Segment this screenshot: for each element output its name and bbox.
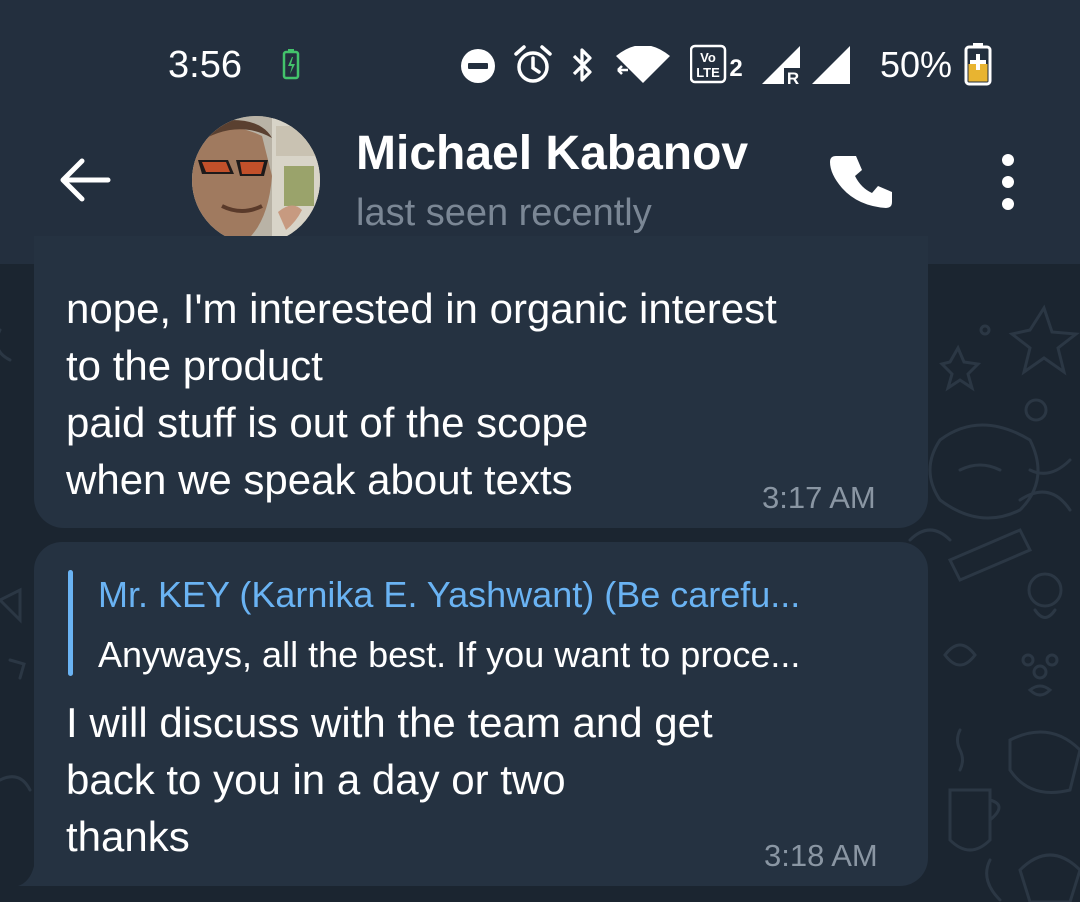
back-arrow-icon[interactable]	[52, 148, 116, 212]
status-bar: 3:56 Vo LTE 2 R 50%	[0, 0, 1080, 100]
signal-roaming-icon: R	[762, 46, 802, 86]
signal-icon	[812, 46, 850, 84]
message-bubble[interactable]: nope, I'm interested in organic interest…	[34, 236, 928, 528]
battery-charging-icon	[282, 49, 300, 80]
message-text-line: nope, I'm interested in organic interest	[66, 285, 777, 332]
dnd-icon	[461, 49, 495, 83]
message-text-line: to the product	[66, 342, 323, 389]
reply-preview-text[interactable]: Anyways, all the best. If you want to pr…	[98, 634, 800, 676]
message-text-line: back to you in a day or two	[66, 756, 566, 803]
chat-header: 3:56 Vo LTE 2 R 50% Michael Kabanov last…	[0, 0, 1080, 264]
avatar-photo	[192, 116, 320, 244]
bubble-tail	[18, 866, 34, 886]
avatar[interactable]	[192, 116, 320, 244]
message-text-line: I will discuss with the team and get	[66, 699, 713, 746]
message-bubble[interactable]: Mr. KEY (Karnika E. Yashwant) (Be carefu…	[34, 542, 928, 886]
svg-text:Vo: Vo	[700, 50, 716, 65]
contact-name[interactable]: Michael Kabanov	[356, 126, 748, 181]
more-vertical-icon[interactable]	[990, 150, 1026, 214]
battery-percent: 50%	[880, 44, 953, 85]
svg-text:R: R	[787, 69, 799, 86]
svg-text:LTE: LTE	[696, 65, 720, 80]
status-time: 3:56	[168, 44, 242, 86]
alarm-icon	[514, 45, 552, 83]
reply-quote-bar	[68, 570, 73, 676]
bluetooth-icon	[572, 48, 592, 82]
message-time: 3:17 AM	[762, 480, 876, 515]
svg-text:2: 2	[729, 55, 742, 82]
phone-icon[interactable]	[830, 148, 900, 218]
reply-author[interactable]: Mr. KEY (Karnika E. Yashwant) (Be carefu…	[98, 574, 800, 616]
wifi-icon	[616, 46, 670, 83]
message-text-line: when we speak about texts	[66, 456, 573, 503]
message-text-line: paid stuff is out of the scope	[66, 399, 589, 446]
volte-icon: Vo LTE 2	[690, 44, 743, 84]
contact-status: last seen recently	[356, 192, 652, 234]
message-text-line: thanks	[66, 813, 190, 860]
battery-icon	[964, 43, 992, 86]
message-time: 3:18 AM	[764, 838, 878, 873]
